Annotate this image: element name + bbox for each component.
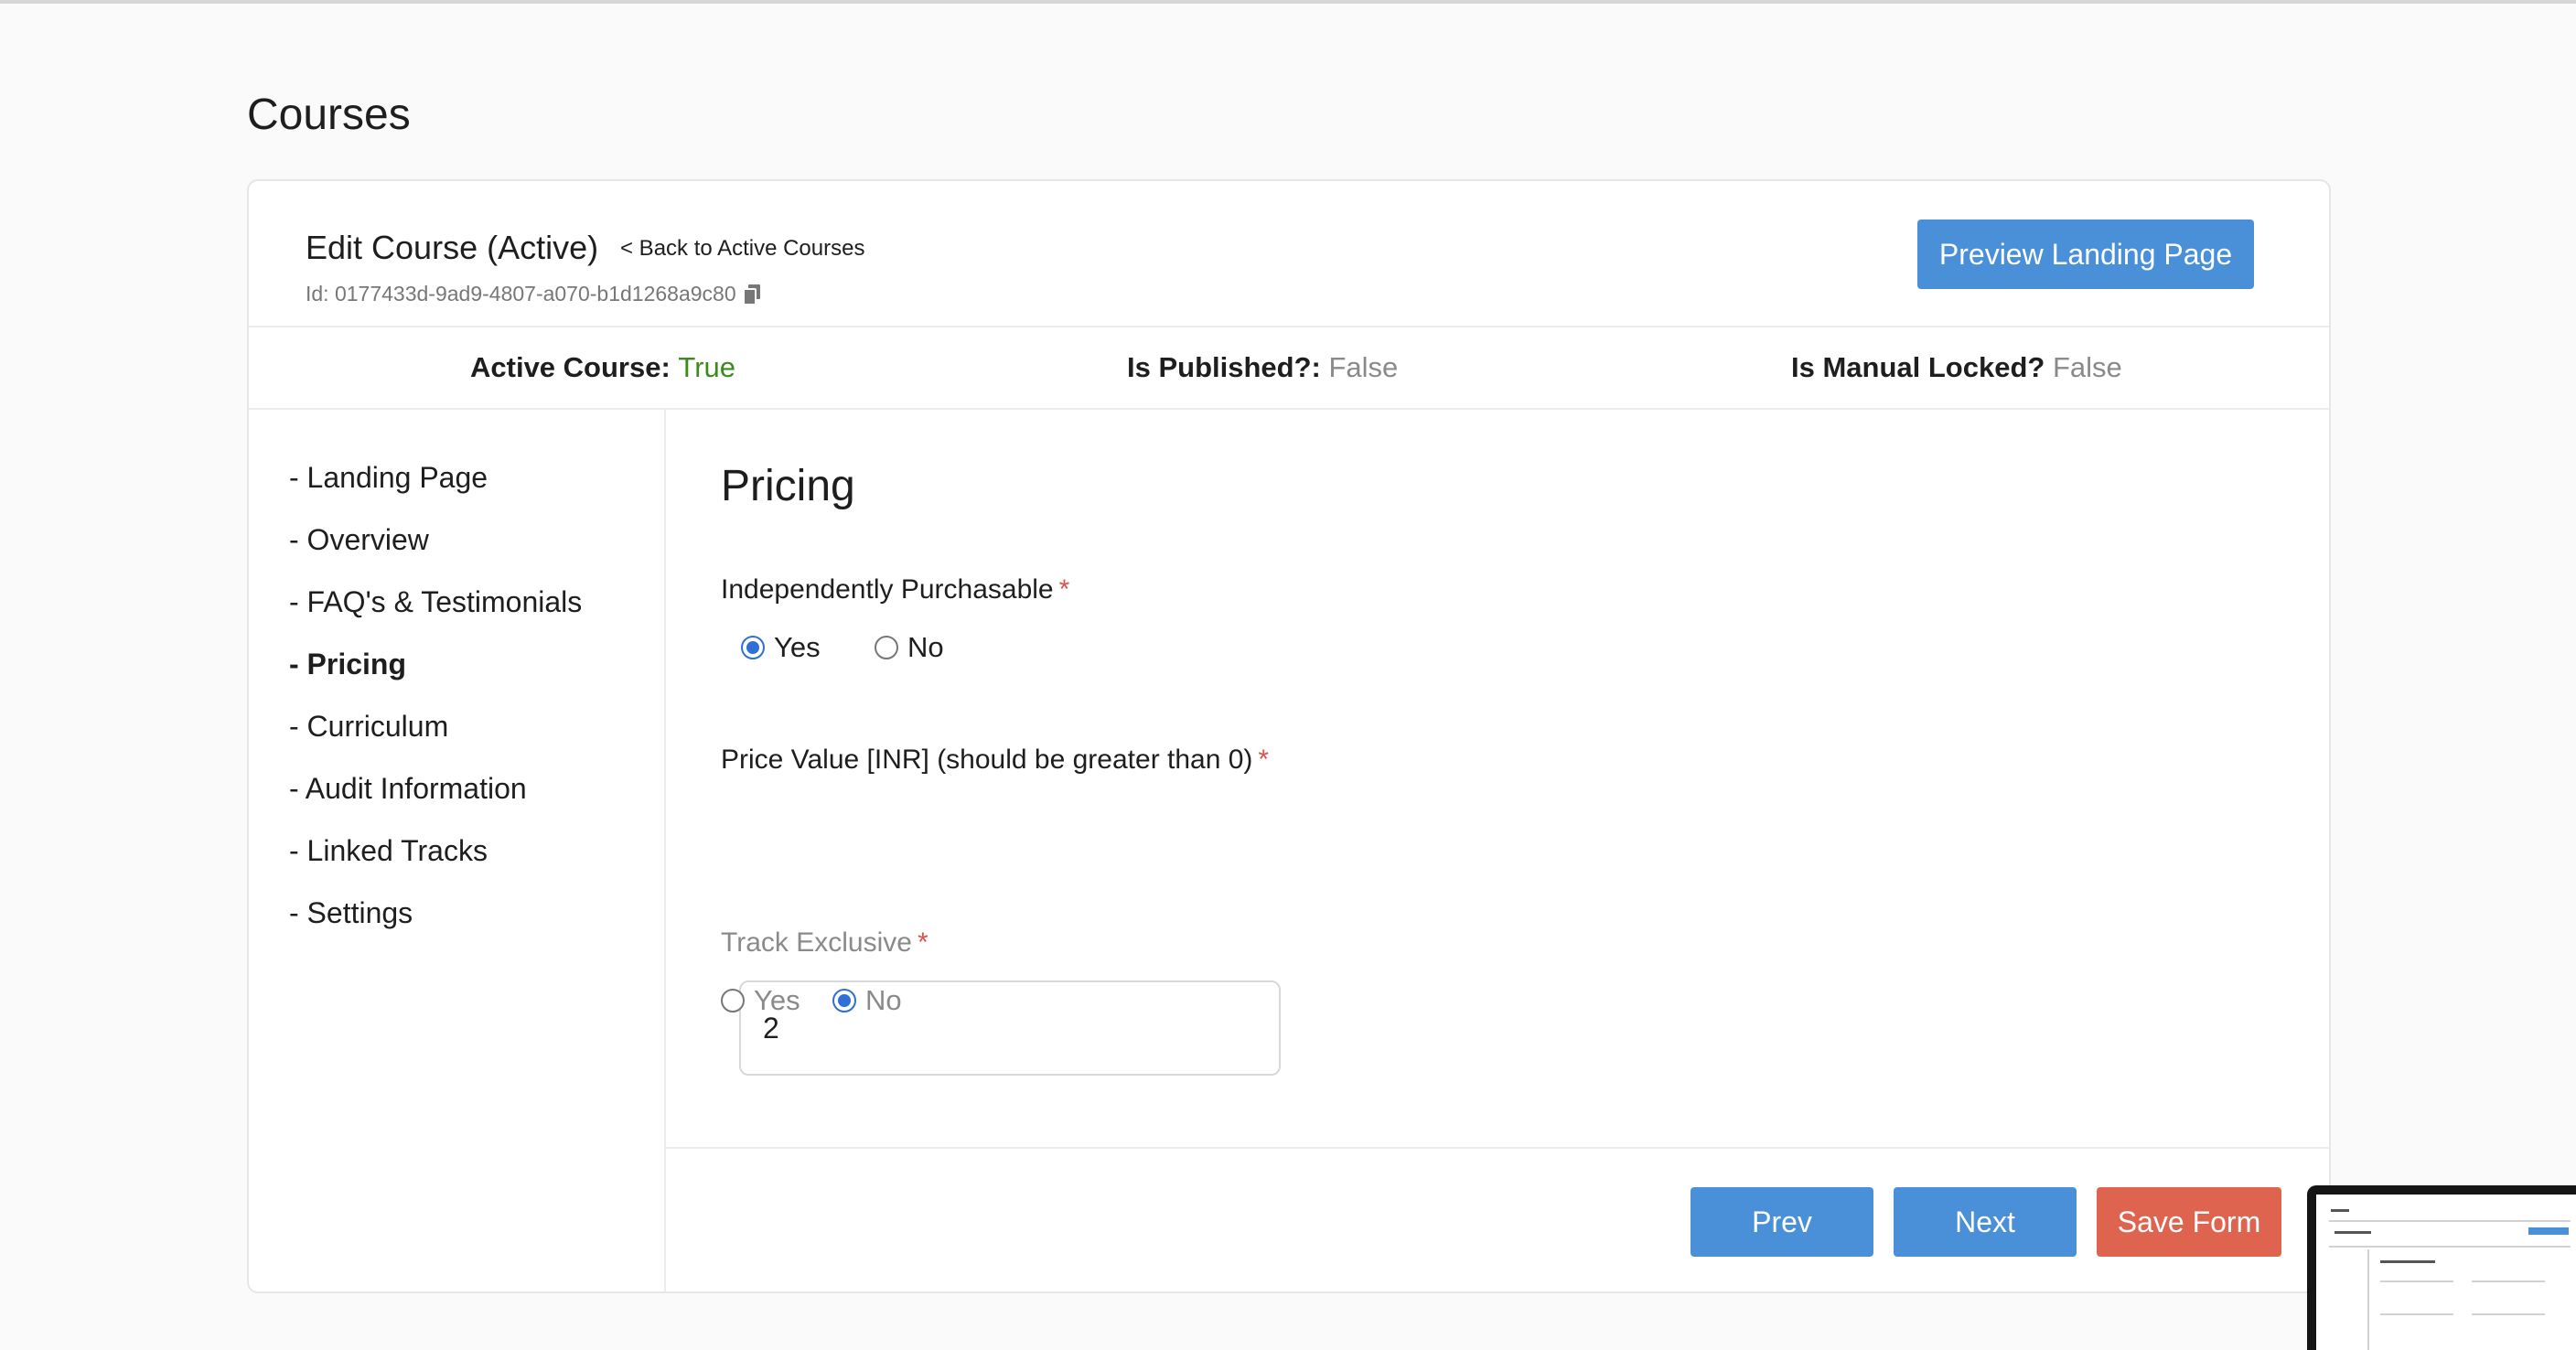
course-id: Id: 0177433d-9ad9-4807-a070-b1d1268a9c80 — [306, 282, 760, 306]
track-exclusive-yes-radio[interactable] — [721, 989, 745, 1012]
sidebar-item-linked-tracks[interactable]: - Linked Tracks — [289, 834, 488, 868]
independently-purchasable-label: Independently Purchasable * — [721, 574, 1069, 605]
page-title: Courses — [247, 91, 411, 139]
edit-course-title: Edit Course (Active) — [306, 229, 599, 266]
is-published-label: Is Published?: — [1127, 351, 1321, 383]
prev-button[interactable]: Prev — [1690, 1187, 1873, 1257]
thumbnail-line — [2367, 1249, 2369, 1350]
edit-course-card: Edit Course (Active) < Back to Active Co… — [247, 179, 2331, 1293]
sidebar-item-curriculum[interactable]: - Curriculum — [289, 710, 448, 744]
track-exclusive-no-option[interactable]: No — [832, 984, 902, 1017]
thumbnail-preview — [2316, 1195, 2576, 1350]
is-published-value: False — [1328, 351, 1399, 383]
independently-purchasable-label-text: Independently Purchasable — [721, 574, 1054, 605]
track-exclusive-no-radio[interactable] — [832, 989, 856, 1012]
sidebar-item-landing-page[interactable]: - Landing Page — [289, 461, 488, 495]
independently-purchasable-yes-radio[interactable] — [741, 636, 765, 659]
thumbnail-line — [2472, 1313, 2545, 1315]
thumbnail-line — [2380, 1313, 2453, 1315]
active-course-status: Active Course: True — [470, 351, 735, 384]
is-manual-locked-status: Is Manual Locked? False — [1791, 351, 2122, 384]
required-mark: * — [917, 927, 928, 958]
save-form-button[interactable]: Save Form — [2097, 1187, 2281, 1257]
sidebar-item-audit-information[interactable]: - Audit Information — [289, 772, 527, 806]
thumbnail-line — [2334, 1231, 2371, 1234]
thumbnail-line — [2472, 1280, 2545, 1282]
form-footer: Prev Next Save Form — [666, 1147, 2329, 1291]
card-header: Edit Course (Active) < Back to Active Co… — [249, 181, 2329, 327]
price-value-label: Price Value [INR] (should be greater tha… — [721, 745, 1269, 776]
active-course-label: Active Course: — [470, 351, 671, 383]
sidebar-item-settings[interactable]: - Settings — [289, 896, 413, 930]
section-title: Pricing — [721, 462, 855, 510]
independently-purchasable-yes-option[interactable]: Yes — [741, 631, 821, 664]
thumbnail-line — [2380, 1280, 2453, 1282]
track-exclusive-no-label: No — [865, 984, 902, 1016]
thumbnail-line — [2380, 1260, 2435, 1263]
sidebar-item-pricing[interactable]: - Pricing — [289, 648, 406, 681]
active-course-value: True — [678, 351, 736, 383]
preview-landing-page-button[interactable]: Preview Landing Page — [1917, 220, 2254, 289]
required-mark: * — [1058, 574, 1070, 605]
independently-purchasable-no-label: No — [907, 631, 944, 663]
track-exclusive-label-text: Track Exclusive — [721, 927, 912, 958]
next-button[interactable]: Next — [1894, 1187, 2077, 1257]
back-to-active-courses-link[interactable]: < Back to Active Courses — [620, 236, 864, 262]
thumbnail-line — [2331, 1209, 2349, 1212]
sidebar-item-overview[interactable]: - Overview — [289, 523, 429, 557]
sidebar-item-faqs-testimonials[interactable]: - FAQ's & Testimonials — [289, 585, 582, 619]
copy-icon[interactable] — [743, 284, 760, 305]
is-manual-locked-label: Is Manual Locked? — [1791, 351, 2045, 383]
price-value-input[interactable] — [739, 980, 1281, 1076]
track-exclusive-yes-option[interactable]: Yes — [721, 984, 800, 1017]
price-value-label-text: Price Value [INR] (should be greater tha… — [721, 745, 1253, 775]
status-bar: Active Course: True Is Published?: False… — [249, 327, 2329, 410]
track-exclusive-label: Track Exclusive * — [721, 927, 928, 959]
track-exclusive-yes-label: Yes — [754, 984, 800, 1016]
pricing-form: Pricing Independently Purchasable * Yes N… — [666, 410, 2329, 1291]
course-id-text: Id: 0177433d-9ad9-4807-a070-b1d1268a9c80 — [306, 282, 736, 305]
thumbnail-line — [2329, 1220, 2571, 1222]
is-manual-locked-value: False — [2052, 351, 2122, 383]
independently-purchasable-yes-label: Yes — [774, 631, 821, 663]
thumbnail-button — [2528, 1227, 2569, 1235]
is-published-status: Is Published?: False — [1127, 351, 1398, 384]
independently-purchasable-no-option[interactable]: No — [875, 631, 944, 664]
thumbnail-line — [2329, 1246, 2571, 1248]
screenshot-thumbnail[interactable] — [2307, 1185, 2576, 1350]
section-sidebar: - Landing Page - Overview - FAQ's & Test… — [249, 410, 666, 1291]
independently-purchasable-no-radio[interactable] — [875, 636, 898, 659]
top-divider — [0, 0, 2576, 4]
required-mark: * — [1258, 745, 1270, 775]
